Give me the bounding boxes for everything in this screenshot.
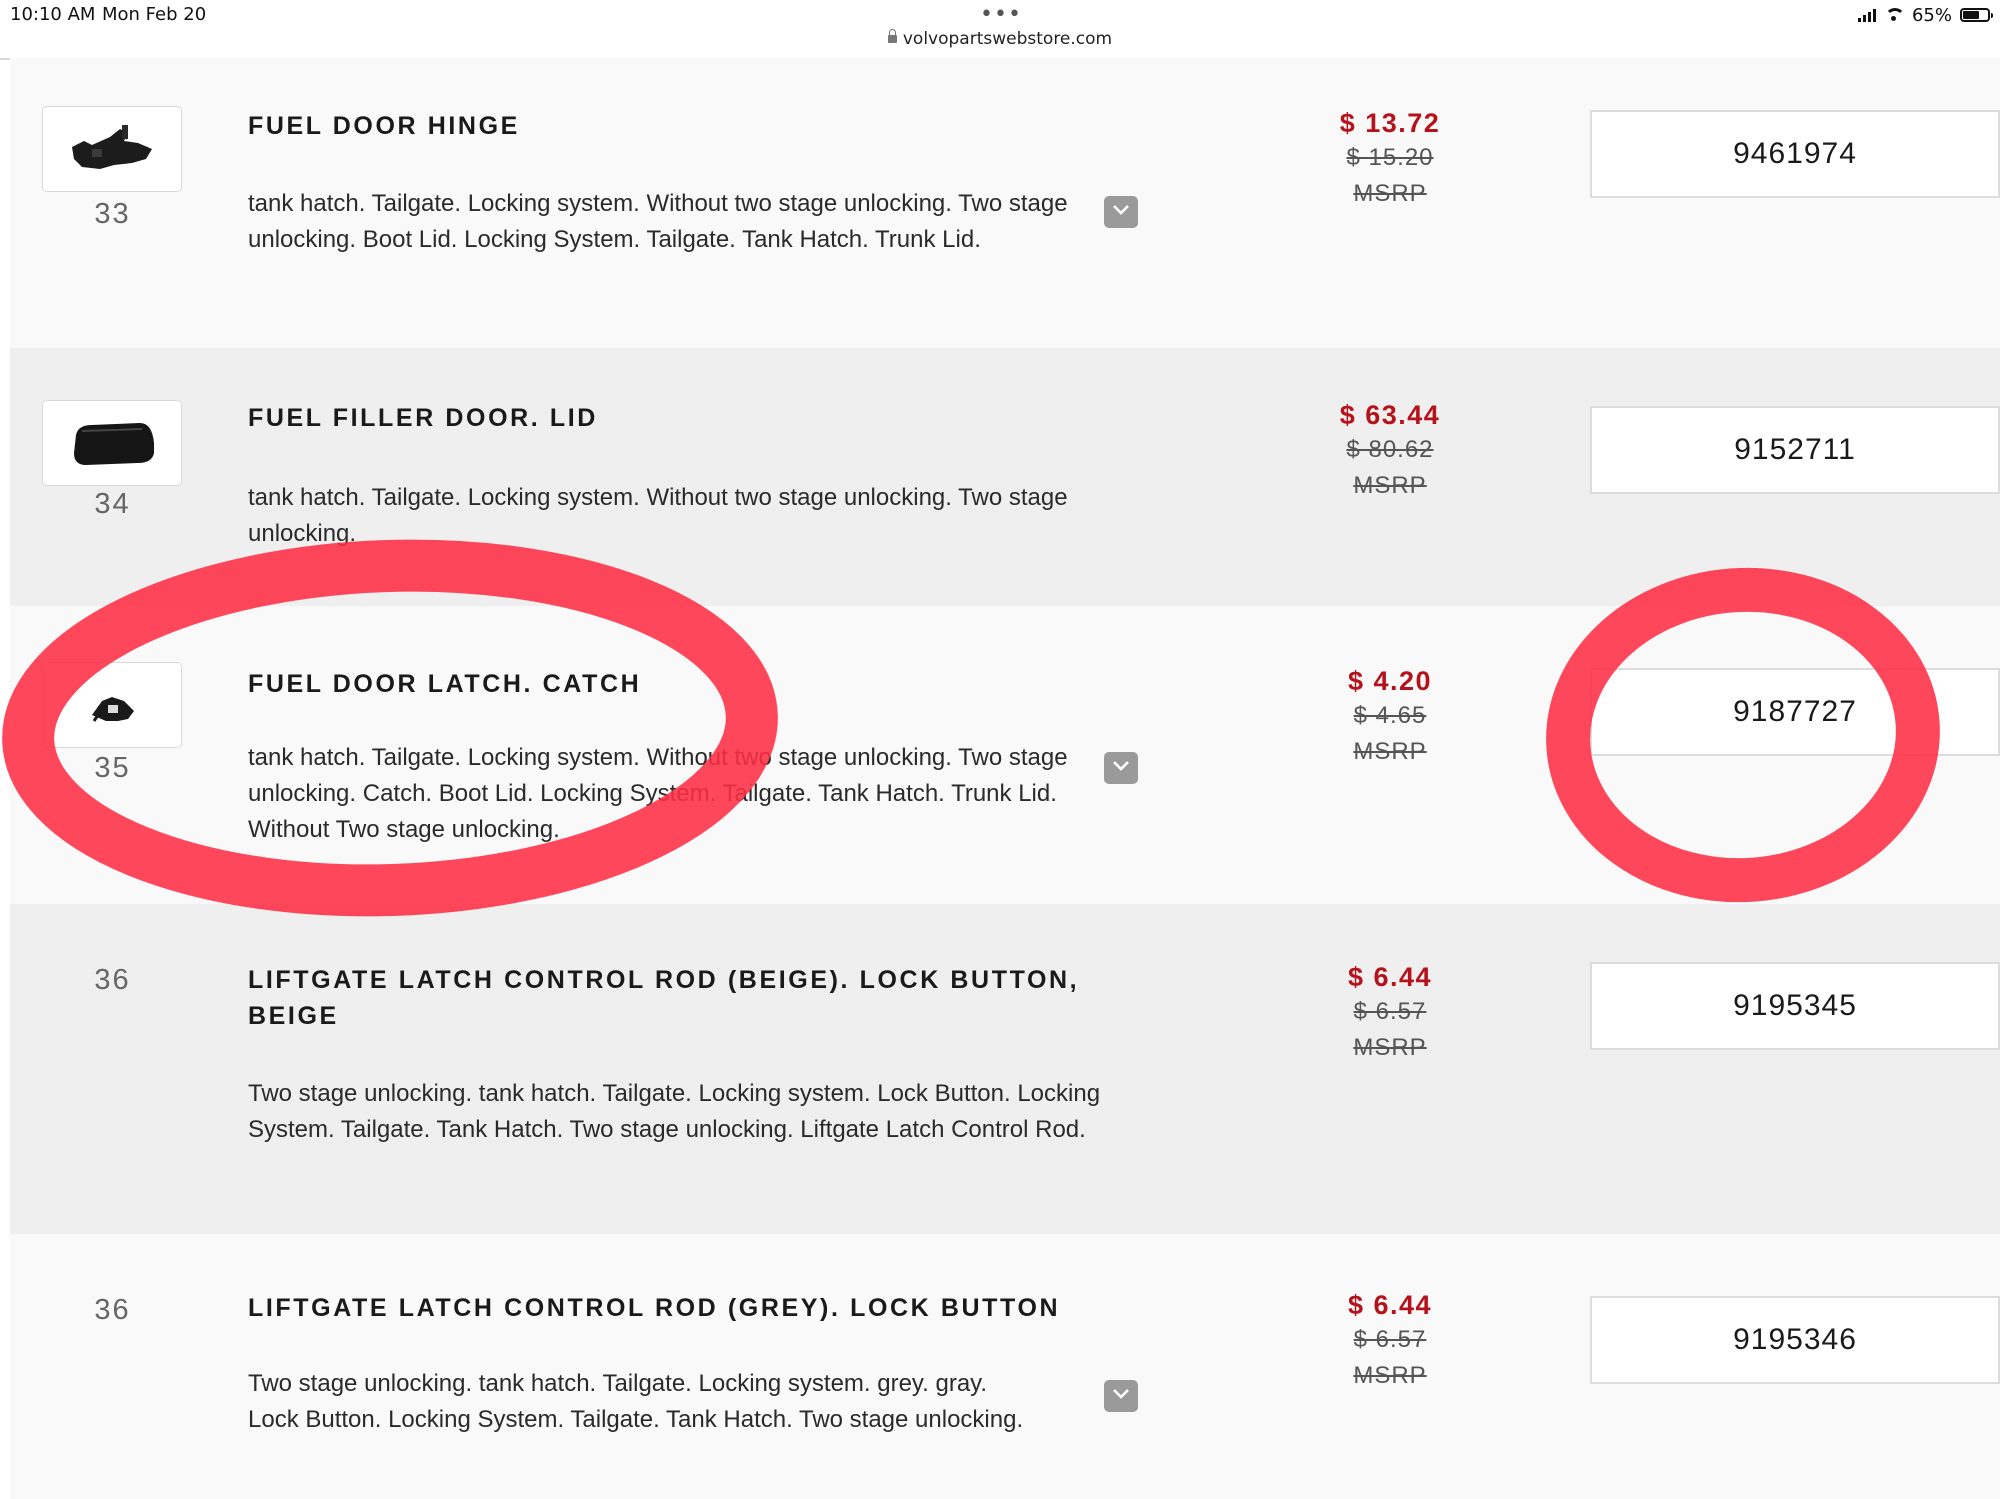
- part-row: 36 LIFTGATE LATCH CONTROL ROD (GREY). LO…: [10, 1234, 2000, 1499]
- msrp-label: MSRP: [1353, 738, 1427, 765]
- latch-catch-part-icon: [92, 697, 134, 722]
- part-row: 35 FUEL DOOR LATCH. CATCH tank hatch. Ta…: [10, 606, 2000, 904]
- msrp-label: MSRP: [1353, 1362, 1427, 1389]
- cellular-signal-icon: [1857, 8, 1876, 22]
- part-number-box[interactable]: 9195346: [1590, 1296, 2000, 1384]
- part-description: Two stage unlocking. tank hatch. Tailgat…: [248, 1370, 1024, 1433]
- part-thumbnail[interactable]: [42, 400, 182, 486]
- sale-price: $ 6.44: [1347, 1290, 1433, 1320]
- msrp-label: MSRP: [1353, 1034, 1427, 1061]
- part-description: Two stage unlocking. tank hatch. Tailgat…: [248, 1080, 1101, 1143]
- reference-number: 35: [94, 752, 131, 784]
- expand-description-button[interactable]: [1104, 1380, 1138, 1412]
- msrp-price: $ 4.65: [1353, 702, 1427, 729]
- part-thumbnail[interactable]: [42, 662, 182, 748]
- part-description: tank hatch. Tailgate. Locking system. Wi…: [248, 484, 1068, 547]
- msrp-price: $ 6.57: [1353, 1326, 1427, 1353]
- battery-icon: [1960, 8, 1993, 22]
- tab-menu-dots-icon[interactable]: •••: [980, 2, 1022, 27]
- part-title[interactable]: LIFTGATE LATCH CONTROL ROD (GREY). LOCK …: [248, 1290, 1098, 1326]
- part-number-box[interactable]: 9187727: [1590, 668, 2000, 756]
- chevron-down-icon: [1113, 205, 1129, 215]
- url-text: volvopartswebstore.com: [902, 29, 1113, 49]
- reference-number: 36: [94, 1294, 131, 1326]
- part-number-box[interactable]: 9152711: [1590, 406, 2000, 494]
- part-title[interactable]: FUEL FILLER DOOR. LID: [248, 400, 1088, 436]
- battery-percent: 65%: [1911, 4, 1952, 26]
- part-row: 34 FUEL FILLER DOOR. LID tank hatch. Tai…: [10, 348, 2000, 606]
- door-lid-part-icon: [74, 423, 154, 465]
- expand-description-button[interactable]: [1104, 196, 1138, 228]
- msrp-price: $ 15.20: [1346, 144, 1434, 171]
- reference-number: 36: [94, 964, 131, 996]
- msrp-label: MSRP: [1353, 180, 1427, 207]
- chevron-down-icon: [1113, 1389, 1129, 1399]
- reference-number: 33: [94, 198, 131, 230]
- sale-price: $ 6.44: [1347, 962, 1433, 992]
- chevron-down-icon: [1113, 761, 1129, 771]
- wifi-icon: [1884, 8, 1905, 22]
- status-bar: 10:10 AM Mon Feb 20 ••• volvopartswebsto…: [0, 0, 2000, 60]
- lock-icon: [887, 29, 897, 43]
- part-description: tank hatch. Tailgate. Locking system. Wi…: [248, 744, 1068, 843]
- msrp-price: $ 6.57: [1353, 998, 1427, 1025]
- part-thumbnail[interactable]: [42, 106, 182, 192]
- part-description: tank hatch. Tailgate. Locking system. Wi…: [248, 190, 1068, 253]
- msrp-label: MSRP: [1353, 472, 1427, 499]
- expand-description-button[interactable]: [1104, 752, 1138, 784]
- status-indicators: 65%: [1857, 4, 1993, 26]
- sale-price: $ 63.44: [1339, 400, 1441, 430]
- status-date: Mon Feb 20: [102, 4, 207, 25]
- part-title[interactable]: LIFTGATE LATCH CONTROL ROD (BEIGE). LOCK…: [248, 962, 1098, 1034]
- msrp-price: $ 80.62: [1346, 436, 1434, 463]
- part-title[interactable]: FUEL DOOR LATCH. CATCH: [248, 666, 1088, 702]
- part-title[interactable]: FUEL DOOR HINGE: [248, 108, 1088, 144]
- part-row: 36 LIFTGATE LATCH CONTROL ROD (BEIGE). L…: [10, 904, 2000, 1234]
- hinge-part-icon: [72, 125, 152, 169]
- part-number-box[interactable]: 9195345: [1590, 962, 2000, 1050]
- sale-price: $ 13.72: [1339, 108, 1441, 138]
- status-time: 10:10 AM: [10, 4, 96, 25]
- part-number-box[interactable]: 9461974: [1590, 110, 2000, 198]
- sale-price: $ 4.20: [1347, 666, 1433, 696]
- reference-number: 34: [94, 488, 131, 520]
- part-row: 33 FUEL DOOR HINGE tank hatch. Tailgate.…: [10, 58, 2000, 348]
- address-bar[interactable]: volvopartswebstore.com: [0, 29, 2000, 49]
